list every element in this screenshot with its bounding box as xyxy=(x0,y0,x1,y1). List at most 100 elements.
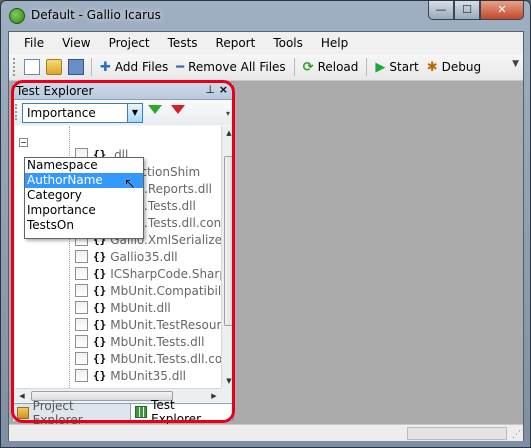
tree-item[interactable]: {}MbUnit.TestResources.dll xyxy=(15,316,221,333)
tree-by-dropdown-list: Namespace AuthorName Category Importance… xyxy=(24,157,144,239)
tree-item-label: ICSharpCode.SharpZipLib.dll xyxy=(110,266,221,281)
tree-by-value: Importance xyxy=(27,106,96,120)
namespace-icon: {} xyxy=(93,267,107,280)
start-button[interactable]: ▶ Start xyxy=(375,60,418,75)
toolbar-separator xyxy=(366,58,368,76)
tab-label: Project Explorer xyxy=(32,398,83,427)
tree-item-checkbox[interactable] xyxy=(75,284,88,297)
tree-item-checkbox[interactable] xyxy=(75,250,88,263)
tree-by-select[interactable]: Importance ▼ xyxy=(22,103,143,123)
remove-all-files-button[interactable]: ━ Remove All Files xyxy=(176,60,285,75)
test-explorer-icon xyxy=(135,406,148,418)
tree-item-label: MbUnit.Tests.dll.config xyxy=(110,351,221,366)
reload-button[interactable]: ⟳ Reload xyxy=(303,60,359,75)
tree-item-label: MbUnit.TestResources.dll xyxy=(110,317,221,332)
tree-item-label: MbUnit.dll xyxy=(110,300,171,315)
dropdown-option[interactable]: Namespace xyxy=(25,158,143,173)
dropdown-option[interactable]: TestsOn xyxy=(25,218,143,233)
status-progress-bar xyxy=(407,427,507,440)
namespace-icon: {} xyxy=(93,318,107,331)
panel-tab-strip: Project Explorer Test Explorer xyxy=(13,398,233,427)
test-explorer-panel: Test Explorer ⊥ × Importance ▼ ▾ − {} .dl… xyxy=(12,82,235,427)
client-area: File View Project Tests Report Tools Hel… xyxy=(8,31,524,441)
menu-tools[interactable]: Tools xyxy=(264,36,312,50)
tab-project-explorer[interactable]: Project Explorer xyxy=(13,399,130,427)
menu-file[interactable]: File xyxy=(15,36,53,50)
panel-title: Test Explorer xyxy=(16,84,94,98)
new-project-icon[interactable] xyxy=(24,59,40,75)
filter-failed-icon[interactable] xyxy=(171,105,185,114)
tree-item[interactable]: {} MbUnit35.dll xyxy=(15,367,186,384)
toolbar-separator xyxy=(293,58,295,76)
tree-item-checkbox[interactable] xyxy=(75,335,88,348)
add-files-label: Add Files xyxy=(114,60,169,74)
project-explorer-icon xyxy=(17,406,29,419)
bug-icon: ✱ xyxy=(426,59,438,75)
tab-test-explorer[interactable]: Test Explorer xyxy=(130,398,233,426)
namespace-icon: {} xyxy=(93,352,107,365)
tree-item[interactable]: {}ICSharpCode.SharpZipLib.dll xyxy=(15,265,221,282)
namespace-icon: {} xyxy=(93,250,107,263)
close-button[interactable]: ✕ xyxy=(480,1,524,20)
menu-tests[interactable]: Tests xyxy=(159,36,207,50)
toolbar-grip[interactable] xyxy=(13,58,17,76)
tree-item-checkbox[interactable] xyxy=(75,267,88,280)
vertical-scroll-thumb[interactable] xyxy=(224,156,234,326)
tree-item-checkbox[interactable] xyxy=(75,352,88,365)
debug-label: Debug xyxy=(441,60,482,74)
namespace-icon: {} xyxy=(93,369,107,382)
debug-button[interactable]: ✱ Debug xyxy=(427,60,481,75)
tree-item-checkbox[interactable] xyxy=(75,301,88,314)
vertical-scrollbar[interactable]: ▲ ▼ xyxy=(221,126,235,388)
tree-item[interactable]: {}MbUnit.Tests.dll.config xyxy=(15,350,221,367)
maximize-button[interactable]: ☐ xyxy=(454,1,480,20)
app-window: Default - Gallio Icarus — ☐ ✕ File View … xyxy=(0,0,531,448)
tree-item[interactable]: {}MbUnit.Compatibility.dll xyxy=(15,282,221,299)
menu-project[interactable]: Project xyxy=(100,36,159,50)
namespace-icon: {} xyxy=(93,301,107,314)
gallio-app-icon xyxy=(9,8,25,24)
reload-icon: ⟳ xyxy=(302,59,314,75)
dropdown-option[interactable]: Importance xyxy=(25,203,143,218)
tree-item-label: Gallio35.dll xyxy=(110,249,178,264)
save-project-icon[interactable] xyxy=(68,59,84,75)
tree-item-checkbox[interactable] xyxy=(75,318,88,331)
menu-report[interactable]: Report xyxy=(207,36,265,50)
filter-passed-icon[interactable] xyxy=(148,105,162,114)
pin-icon[interactable]: ⊥ xyxy=(205,83,215,96)
window-title: Default - Gallio Icarus xyxy=(31,8,161,22)
toolbar: ✚ Add Files ━ Remove All Files ⟳ Reload … xyxy=(9,54,523,81)
menu-view[interactable]: View xyxy=(53,36,99,50)
filter-overflow-icon[interactable]: ▾ xyxy=(226,109,230,118)
scroll-up-icon[interactable]: ▲ xyxy=(222,126,236,140)
chevron-down-icon[interactable]: ▼ xyxy=(127,104,142,122)
menu-help[interactable]: Help xyxy=(312,36,357,50)
tree-item[interactable]: {} MbUnit.Tests.dll xyxy=(15,333,204,350)
mouse-cursor-icon: ↖ xyxy=(124,176,136,192)
add-files-button[interactable]: ✚ Add Files xyxy=(100,60,168,75)
title-bar[interactable]: Default - Gallio Icarus — ☐ ✕ xyxy=(1,1,530,31)
tree-item[interactable]: {} Gallio35.dll xyxy=(15,248,178,265)
toolbar-overflow-icon[interactable]: ▼ xyxy=(512,59,519,69)
scroll-left-icon[interactable]: ◀ xyxy=(15,389,29,403)
status-bar: ⋰ xyxy=(9,424,523,441)
plus-icon: ✚ xyxy=(100,59,111,75)
panel-header: Test Explorer ⊥ × xyxy=(13,83,233,100)
window-controls: — ☐ ✕ xyxy=(428,1,524,20)
panel-close-icon[interactable]: × xyxy=(219,83,228,96)
tree-item[interactable]: {} MbUnit.dll xyxy=(15,299,171,316)
tree-item-checkbox[interactable] xyxy=(75,369,88,382)
tree-filter-bar: Importance ▼ ▾ xyxy=(13,100,233,125)
remove-all-files-label: Remove All Files xyxy=(188,60,286,74)
scroll-down-icon[interactable]: ▼ xyxy=(222,374,236,388)
open-project-icon[interactable] xyxy=(46,59,62,75)
reload-label: Reload xyxy=(317,60,359,74)
filter-grip[interactable] xyxy=(15,104,18,120)
tree-item-label: MbUnit.Compatibility.dll xyxy=(110,283,221,298)
play-icon: ▶ xyxy=(375,59,386,75)
toolbar-separator xyxy=(91,58,92,76)
resize-grip-icon[interactable]: ⋰ xyxy=(512,430,521,440)
menu-bar: File View Project Tests Report Tools Hel… xyxy=(9,32,523,54)
minimize-button[interactable]: — xyxy=(428,1,454,20)
minus-icon: ━ xyxy=(176,59,185,75)
